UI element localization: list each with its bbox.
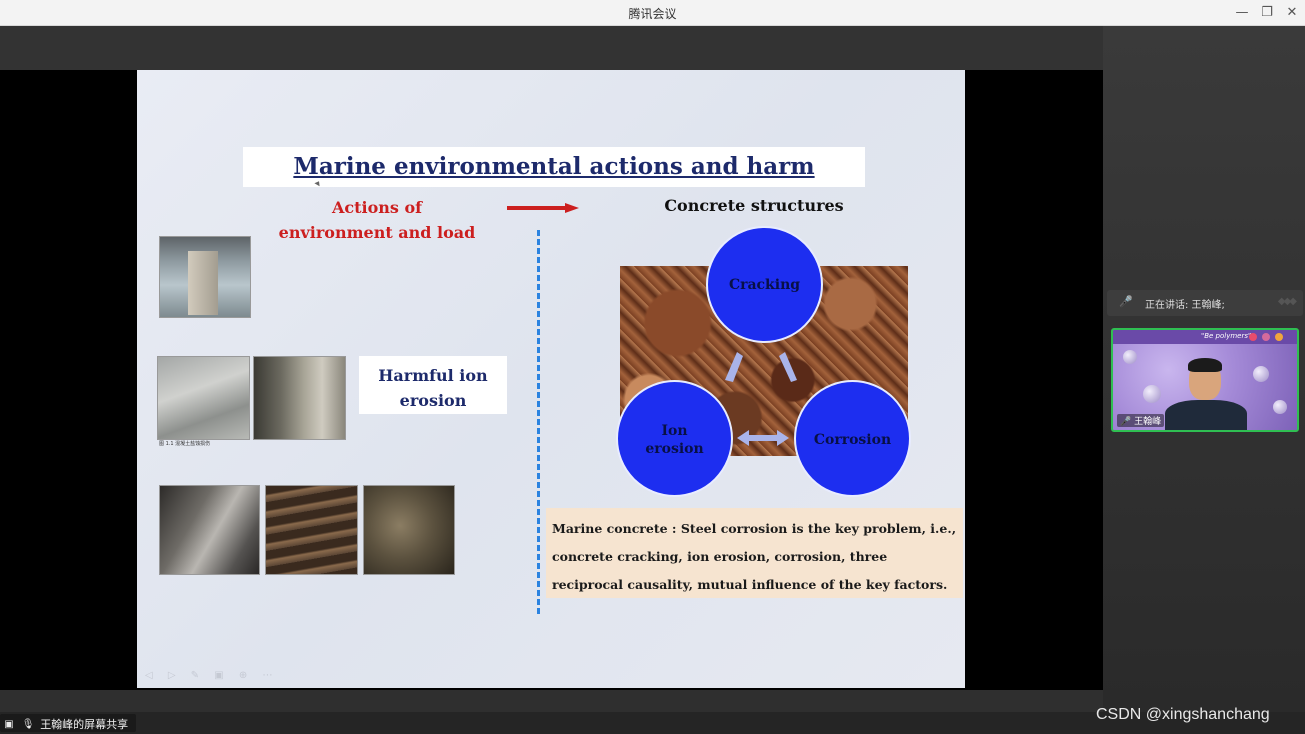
concrete-structures-label: Concrete structures	[664, 196, 844, 215]
rusted-rebar-photo	[265, 485, 358, 575]
summary-note-text: Marine concrete : Steel corrosion is the…	[552, 521, 957, 592]
microphone-icon: 🎤	[1119, 295, 1133, 308]
screen-share-label: 王翰峰的屏幕共享	[40, 717, 129, 731]
speaker-hair	[1188, 358, 1222, 372]
speaking-indicator: 🎤 正在讲话: 王翰峰; ◆◆◆	[1107, 290, 1303, 316]
microphone-icon: 🎙	[21, 718, 35, 730]
speaking-text: 正在讲话: 王翰峰;	[1145, 300, 1225, 311]
cracking-label: Cracking	[728, 277, 801, 293]
harmful-ion-text: Harmful ion erosion	[359, 363, 507, 413]
corrosion-circle: Corrosion	[794, 380, 911, 497]
ion-erosion-line1: Ion	[661, 423, 688, 439]
damaged-structure-photo	[253, 356, 346, 440]
minimize-icon[interactable]: —	[1233, 4, 1251, 22]
molecule-sphere	[1123, 350, 1137, 364]
actions-label-line2: environment and load	[278, 223, 476, 242]
record-dot-icon	[1249, 333, 1257, 341]
harmful-ion-line1: Harmful ion	[378, 366, 488, 385]
photo-caption: 图 1.1 混凝土盐蚀损伤	[159, 441, 211, 447]
dashed-divider	[537, 230, 540, 614]
meeting-window: 腾讯会议 — ❐ ✕ Marine environmental actions …	[0, 0, 1305, 734]
video-banner-text: "Be polymers"	[1201, 332, 1252, 340]
status-dot-icon	[1262, 333, 1270, 341]
actions-label: Actions of environment and load	[257, 195, 497, 245]
harmful-ion-line2: erosion	[399, 391, 467, 410]
ion-erosion-line2: erosion	[645, 441, 704, 457]
summary-note-box: Marine concrete : Steel corrosion is the…	[546, 508, 963, 598]
screen-share-icon: ▣	[4, 718, 14, 730]
video-tile-name: 🎤 王翰峰	[1117, 414, 1165, 427]
presentation-slide: Marine environmental actions and harm Ac…	[137, 70, 965, 688]
actions-label-line1: Actions of	[331, 198, 423, 217]
harmful-ion-box: Harmful ion erosion	[359, 356, 507, 414]
slide-title: Marine environmental actions and harm	[293, 153, 815, 180]
corrosion-label: Corrosion	[813, 432, 892, 448]
participants-panel: 🎤 正在讲话: 王翰峰; ◆◆◆ "Be polymers" 🎤 王翰峰	[1103, 26, 1305, 712]
cracking-circle: Cracking	[706, 226, 823, 343]
ion-erosion-circle: Ion erosion	[616, 380, 733, 497]
watermark-text: CSDN @xingshanchang	[1096, 706, 1270, 723]
speaker-body	[1165, 400, 1247, 430]
stage-bottom-bar	[0, 690, 1103, 712]
window-title: 腾讯会议	[628, 7, 677, 21]
speaker-video-tile[interactable]: "Be polymers" 🎤 王翰峰	[1111, 328, 1299, 432]
molecule-sphere	[1253, 366, 1269, 382]
title-bar: 腾讯会议 — ❐ ✕	[0, 0, 1305, 26]
video-tile-name-text: 王翰峰	[1134, 417, 1162, 427]
restore-icon[interactable]: ❐	[1258, 4, 1276, 22]
slide-toolbar-icons[interactable]: ◁ ▷ ✎ ▣ ⊕ ⋯	[145, 670, 278, 681]
molecule-sphere	[1273, 400, 1287, 414]
pier-photo	[159, 236, 251, 318]
spalling-photo	[159, 485, 260, 575]
slide-title-box: Marine environmental actions and harm	[243, 147, 865, 187]
right-arrow-icon	[507, 203, 579, 213]
close-icon[interactable]: ✕	[1283, 4, 1301, 22]
molecule-sphere	[1143, 385, 1161, 403]
stage-top-bar	[0, 26, 1103, 70]
corroded-surface-photo	[363, 485, 455, 575]
signal-icon: ◆◆◆	[1277, 296, 1297, 307]
screen-share-indicator[interactable]: ▣ 🎙 王翰峰的屏幕共享	[0, 714, 137, 732]
status-dot-icon-2	[1275, 333, 1283, 341]
ion-erosion-label: Ion erosion	[618, 422, 731, 458]
eroded-concrete-photo	[157, 356, 250, 440]
